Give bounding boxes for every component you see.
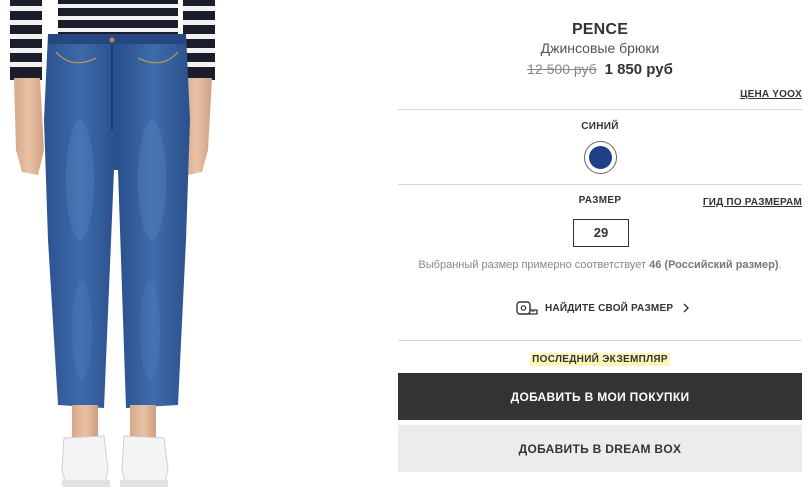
size-note-suffix: .: [778, 259, 782, 271]
size-option-selected[interactable]: 29: [573, 219, 629, 247]
divider: [398, 184, 802, 185]
add-to-cart-button[interactable]: ДОБАВИТЬ В МОИ ПОКУПКИ: [398, 373, 802, 420]
size-label: РАЗМЕР: [578, 195, 622, 206]
last-item-badge: ПОСЛЕДНИЙ ЭКЗЕМПЛЯР: [530, 353, 670, 366]
divider: [398, 109, 802, 110]
product-brand[interactable]: PENCE: [398, 21, 802, 39]
size-note-value: 46 (Российский размер): [649, 259, 779, 271]
yoox-price-link[interactable]: ЦЕНА YOOX: [740, 89, 802, 100]
product-info-panel: PENCE Джинсовые брюки 12 500 руб 1 850 р…: [398, 0, 802, 499]
find-your-size-link[interactable]: НАЙДИТЕ СВОЙ РАЗМЕР: [516, 299, 690, 317]
chevron-right-icon: [683, 303, 690, 313]
jeans-product-photo: [10, 0, 215, 487]
old-price: 12 500 руб: [527, 61, 597, 77]
size-note-prefix: Выбранный размер примерно соответствует: [418, 259, 650, 271]
product-prices: 12 500 руб 1 850 руб: [398, 61, 802, 78]
size-conversion-note: Выбранный размер примерно соответствует …: [398, 259, 802, 271]
divider: [398, 340, 802, 341]
measuring-tape-icon: [516, 301, 538, 315]
stock-status: ПОСЛЕДНИЙ ЭКЗЕМПЛЯР: [398, 349, 802, 367]
color-swatch-blue[interactable]: [589, 146, 612, 169]
color-label: СИНИЙ: [581, 121, 619, 132]
product-type: Джинсовые брюки: [540, 40, 660, 56]
product-image[interactable]: [0, 0, 225, 499]
find-size-label: НАЙДИТЕ СВОЙ РАЗМЕР: [545, 302, 674, 314]
sale-price: 1 850 руб: [604, 61, 673, 78]
add-to-dreambox-button[interactable]: ДОБАВИТЬ В DREAM BOX: [398, 425, 802, 472]
color-swatch-selector[interactable]: [584, 141, 617, 174]
size-guide-link[interactable]: ГИД ПО РАЗМЕРАМ: [703, 197, 802, 208]
